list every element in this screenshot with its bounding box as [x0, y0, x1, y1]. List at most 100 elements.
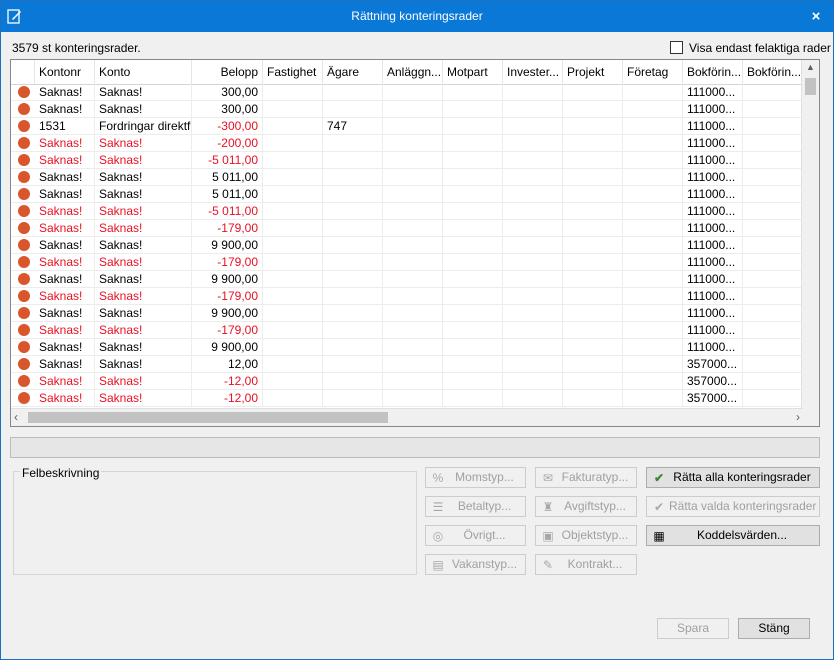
column-header-bokforing-2[interactable]: Bokförin...: [743, 60, 803, 84]
column-header-projekt[interactable]: Projekt: [563, 60, 623, 84]
cell-belopp: 9 900,00: [192, 305, 263, 321]
objektstyp-button[interactable]: ▣ Objektstyp...: [535, 525, 637, 546]
horizontal-scrollbar[interactable]: ‹ ›: [11, 408, 803, 426]
table-row[interactable]: Saknas! Saknas! -12,00 357000...: [11, 373, 803, 390]
cell-foretag: [623, 339, 683, 355]
cell-projekt: [563, 203, 623, 219]
cell-foretag: [623, 152, 683, 168]
avgiftstyp-button[interactable]: ♜ Avgiftstyp...: [535, 496, 637, 517]
table-row[interactable]: Saknas! Saknas! -179,00 111000...: [11, 220, 803, 237]
column-header-investering[interactable]: Invester...: [503, 60, 563, 84]
scroll-left-icon[interactable]: ‹: [14, 410, 18, 424]
column-header-anlaggning[interactable]: Anläggn...: [383, 60, 443, 84]
cell-konto: Saknas!: [95, 220, 192, 236]
close-button[interactable]: ×: [805, 7, 827, 27]
cell-projekt: [563, 322, 623, 338]
code-part-values-button[interactable]: ▦ Koddelsvärden...: [646, 525, 820, 546]
cell-investering: [503, 220, 563, 236]
table-row[interactable]: Saknas! Saknas! 9 900,00 111000...: [11, 339, 803, 356]
cell-kontonr: Saknas!: [35, 135, 95, 151]
status-dot-icon: [18, 341, 30, 353]
table-row[interactable]: Saknas! Saknas! 300,00 111000...: [11, 84, 803, 101]
cell-anlaggning: [383, 237, 443, 253]
cell-konto: Saknas!: [95, 373, 192, 389]
kontrakt-button[interactable]: ✎ Kontrakt...: [535, 554, 637, 575]
close-dialog-button[interactable]: Stäng: [738, 618, 810, 639]
cell-investering: [503, 254, 563, 270]
accounting-rows-grid[interactable]: Kontonr Konto Belopp Fastighet Ägare Anläggn.…: [10, 59, 820, 427]
cell-foretag: [623, 186, 683, 202]
table-row[interactable]: Saknas! Saknas! -5 011,00 111000...: [11, 152, 803, 169]
cell-bokforing-1: 111000...: [683, 237, 743, 253]
column-header-konto[interactable]: Konto: [95, 60, 192, 84]
table-row[interactable]: Saknas! Saknas! -5 011,00 111000...: [11, 203, 803, 220]
money-stack-icon: ☰: [432, 500, 444, 514]
cell-motpart: [443, 237, 503, 253]
save-button[interactable]: Spara: [657, 618, 729, 639]
ovrigt-button[interactable]: ◎ Övrigt...: [425, 525, 526, 546]
cell-belopp: -179,00: [192, 220, 263, 236]
table-row[interactable]: Saknas! Saknas! 12,00 357000...: [11, 356, 803, 373]
object-icon: ▣: [542, 529, 554, 543]
table-row[interactable]: 1531 Fordringar direktf... -300,00 747 11100…: [11, 118, 803, 135]
table-row[interactable]: Saknas! Saknas! 9 900,00 111000...: [11, 305, 803, 322]
fix-all-rows-button[interactable]: ✔ Rätta alla konteringsrader: [646, 467, 820, 488]
table-row[interactable]: Saknas! Saknas! 5 011,00 111000...: [11, 186, 803, 203]
cell-fastighet: [263, 84, 323, 100]
table-row[interactable]: Saknas! Saknas! -179,00 111000...: [11, 254, 803, 271]
cell-motpart: [443, 169, 503, 185]
show-errors-only-label[interactable]: Visa endast felaktiga rader: [689, 41, 831, 55]
column-header-status[interactable]: [11, 60, 35, 84]
scroll-right-icon[interactable]: ›: [796, 410, 800, 424]
cell-konto: Saknas!: [95, 356, 192, 372]
vakanstyp-button[interactable]: ▤ Vakanstyp...: [425, 554, 526, 575]
cell-konto: Saknas!: [95, 271, 192, 287]
momstyp-button[interactable]: % Momstyp...: [425, 467, 526, 488]
cell-konto: Saknas!: [95, 101, 192, 117]
table-row[interactable]: Saknas! Saknas! 5 011,00 111000...: [11, 169, 803, 186]
fakturatyp-button[interactable]: ✉ Fakturatyp...: [535, 467, 637, 488]
column-header-agare[interactable]: Ägare: [323, 60, 383, 84]
vertical-scroll-thumb[interactable]: [805, 78, 816, 95]
cell-kontonr: Saknas!: [35, 288, 95, 304]
cell-projekt: [563, 101, 623, 117]
cell-foretag: [623, 305, 683, 321]
column-header-bokforing-1[interactable]: Bokförin...: [683, 60, 743, 84]
table-row[interactable]: Saknas! Saknas! -200,00 111000...: [11, 135, 803, 152]
show-errors-only-checkbox[interactable]: [670, 41, 683, 54]
fix-selected-rows-button[interactable]: ✔ Rätta valda konteringsrader: [646, 496, 820, 517]
column-header-kontonr[interactable]: Kontonr: [35, 60, 95, 84]
cell-belopp: 9 900,00: [192, 237, 263, 253]
cell-belopp: 9 900,00: [192, 339, 263, 355]
status-dot-icon: [18, 324, 30, 336]
table-row[interactable]: Saknas! Saknas! -179,00 111000...: [11, 322, 803, 339]
cell-agare: [323, 339, 383, 355]
cell-projekt: [563, 84, 623, 100]
cell-investering: [503, 271, 563, 287]
column-header-foretag[interactable]: Företag: [623, 60, 683, 84]
money-bag-icon: ♜: [542, 500, 554, 514]
table-row[interactable]: Saknas! Saknas! 9 900,00 111000...: [11, 271, 803, 288]
cell-projekt: [563, 373, 623, 389]
cell-anlaggning: [383, 390, 443, 406]
cell-motpart: [443, 186, 503, 202]
table-row[interactable]: Saknas! Saknas! -179,00 111000...: [11, 288, 803, 305]
column-header-fastighet[interactable]: Fastighet: [263, 60, 323, 84]
column-header-motpart[interactable]: Motpart: [443, 60, 503, 84]
cell-anlaggning: [383, 84, 443, 100]
column-header-belopp[interactable]: Belopp: [192, 60, 263, 84]
table-row[interactable]: Saknas! Saknas! 9 900,00 111000...: [11, 237, 803, 254]
cell-belopp: 9 900,00: [192, 271, 263, 287]
document-icon: ▤: [432, 558, 444, 572]
horizontal-scroll-thumb[interactable]: [28, 412, 388, 423]
table-row[interactable]: Saknas! Saknas! 300,00 111000...: [11, 101, 803, 118]
vertical-scrollbar[interactable]: ▲: [801, 60, 819, 410]
cell-bokforing-2: [743, 390, 803, 406]
cell-konto: Saknas!: [95, 237, 192, 253]
cell-konto: Saknas!: [95, 390, 192, 406]
cell-foretag: [623, 288, 683, 304]
cell-konto: Saknas!: [95, 288, 192, 304]
table-row[interactable]: Saknas! Saknas! -12,00 357000...: [11, 390, 803, 407]
scroll-up-icon[interactable]: ▲: [802, 62, 819, 72]
betaltyp-button[interactable]: ☰ Betaltyp...: [425, 496, 526, 517]
